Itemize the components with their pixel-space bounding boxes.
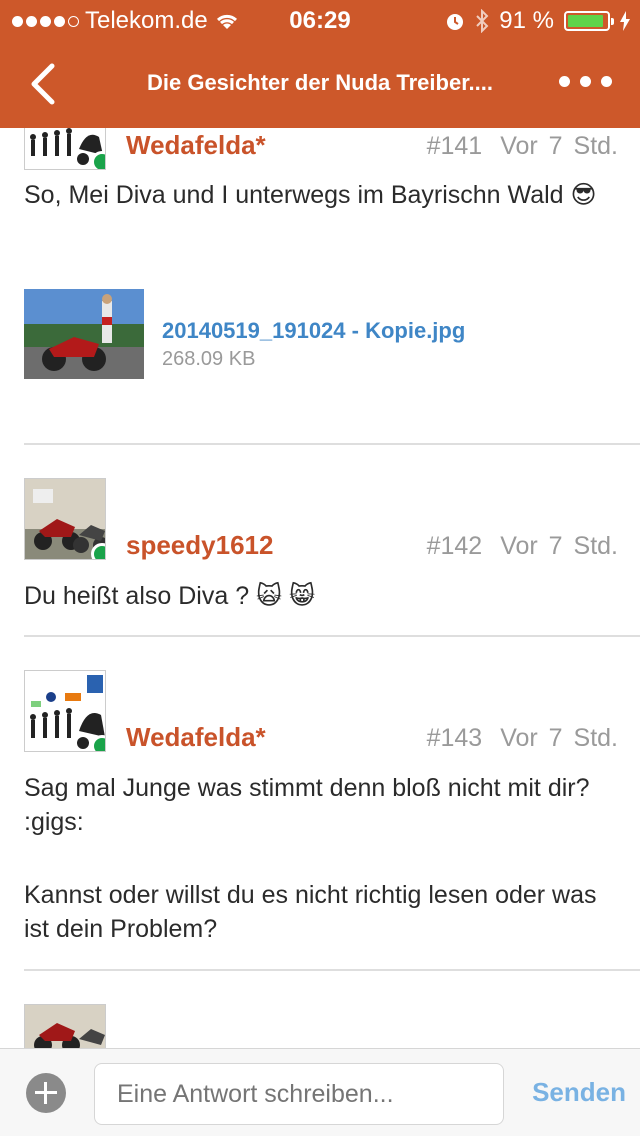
post-username[interactable]: Wedafelda* [126, 130, 266, 161]
more-dots-icon[interactable] [559, 76, 612, 87]
post-text: Du heißt also Diva ? 🙀 😸 [24, 582, 316, 610]
post-meta: #141 Vor 7 Std. [427, 132, 618, 161]
post-username[interactable]: speedy1612 [126, 530, 273, 561]
post-meta: #142 Vor 7 Std. [427, 532, 618, 561]
online-indicator [91, 735, 105, 751]
post-time: Vor 7 Std. [500, 532, 618, 560]
post-number: #141 [426, 132, 483, 160]
post-number: #143 [426, 724, 483, 752]
post-time: Vor 7 Std. [500, 724, 618, 752]
battery-icon [564, 11, 614, 31]
status-bar: Telekom.de 06:29 91 % [0, 0, 640, 40]
avatar[interactable] [24, 478, 106, 560]
nav-bar: Die Gesichter der Nuda Treiber.... [0, 40, 640, 128]
post-time: Vor 7 Std. [500, 132, 618, 160]
post-text-paragraph-2: Kannst oder willst du es nicht richtig l… [24, 881, 597, 943]
charging-icon [620, 11, 630, 31]
reply-input[interactable] [94, 1063, 504, 1125]
battery-fill [568, 15, 603, 27]
bluetooth-icon [476, 9, 489, 33]
attachment-size: 268.09 KB [162, 348, 256, 370]
post-text-paragraph-1: Sag mal Junge was stimmt denn bloß nicht… [24, 774, 590, 836]
back-button[interactable] [26, 62, 62, 106]
avatar[interactable] [24, 670, 106, 752]
attachment-filename[interactable]: 20140519_191024 - Kopie.jpg [162, 318, 465, 344]
post-meta: #143 Vor 7 Std. [427, 724, 618, 753]
motorcycles-avatar-image [25, 1005, 105, 1048]
add-attachment-button[interactable] [26, 1073, 66, 1113]
status-right: 91 % [445, 7, 630, 35]
avatar[interactable] [24, 1004, 106, 1048]
post-divider [24, 969, 640, 971]
post-text: So, Mei Diva und I unterwegs im Bayrisch… [24, 181, 597, 209]
send-button[interactable]: Senden [532, 1077, 626, 1108]
header: Telekom.de 06:29 91 % Die Gesichter der … [0, 0, 640, 128]
post-username[interactable]: Wedafelda* [126, 722, 266, 753]
alarm-icon [447, 14, 464, 30]
battery-percent: 91 % [499, 7, 554, 34]
online-indicator [91, 543, 105, 559]
avatar[interactable] [24, 128, 106, 170]
post-divider [24, 443, 640, 445]
post-divider [24, 635, 640, 637]
reply-composer: Senden [0, 1048, 640, 1136]
online-indicator [91, 151, 105, 169]
attachment-thumbnail[interactable] [24, 289, 144, 379]
page-title: Die Gesichter der Nuda Treiber.... [146, 70, 494, 95]
post-number: #142 [426, 532, 483, 560]
post-feed[interactable]: Wedafelda* #141 Vor 7 Std. So, Mei Diva u… [0, 128, 640, 1048]
